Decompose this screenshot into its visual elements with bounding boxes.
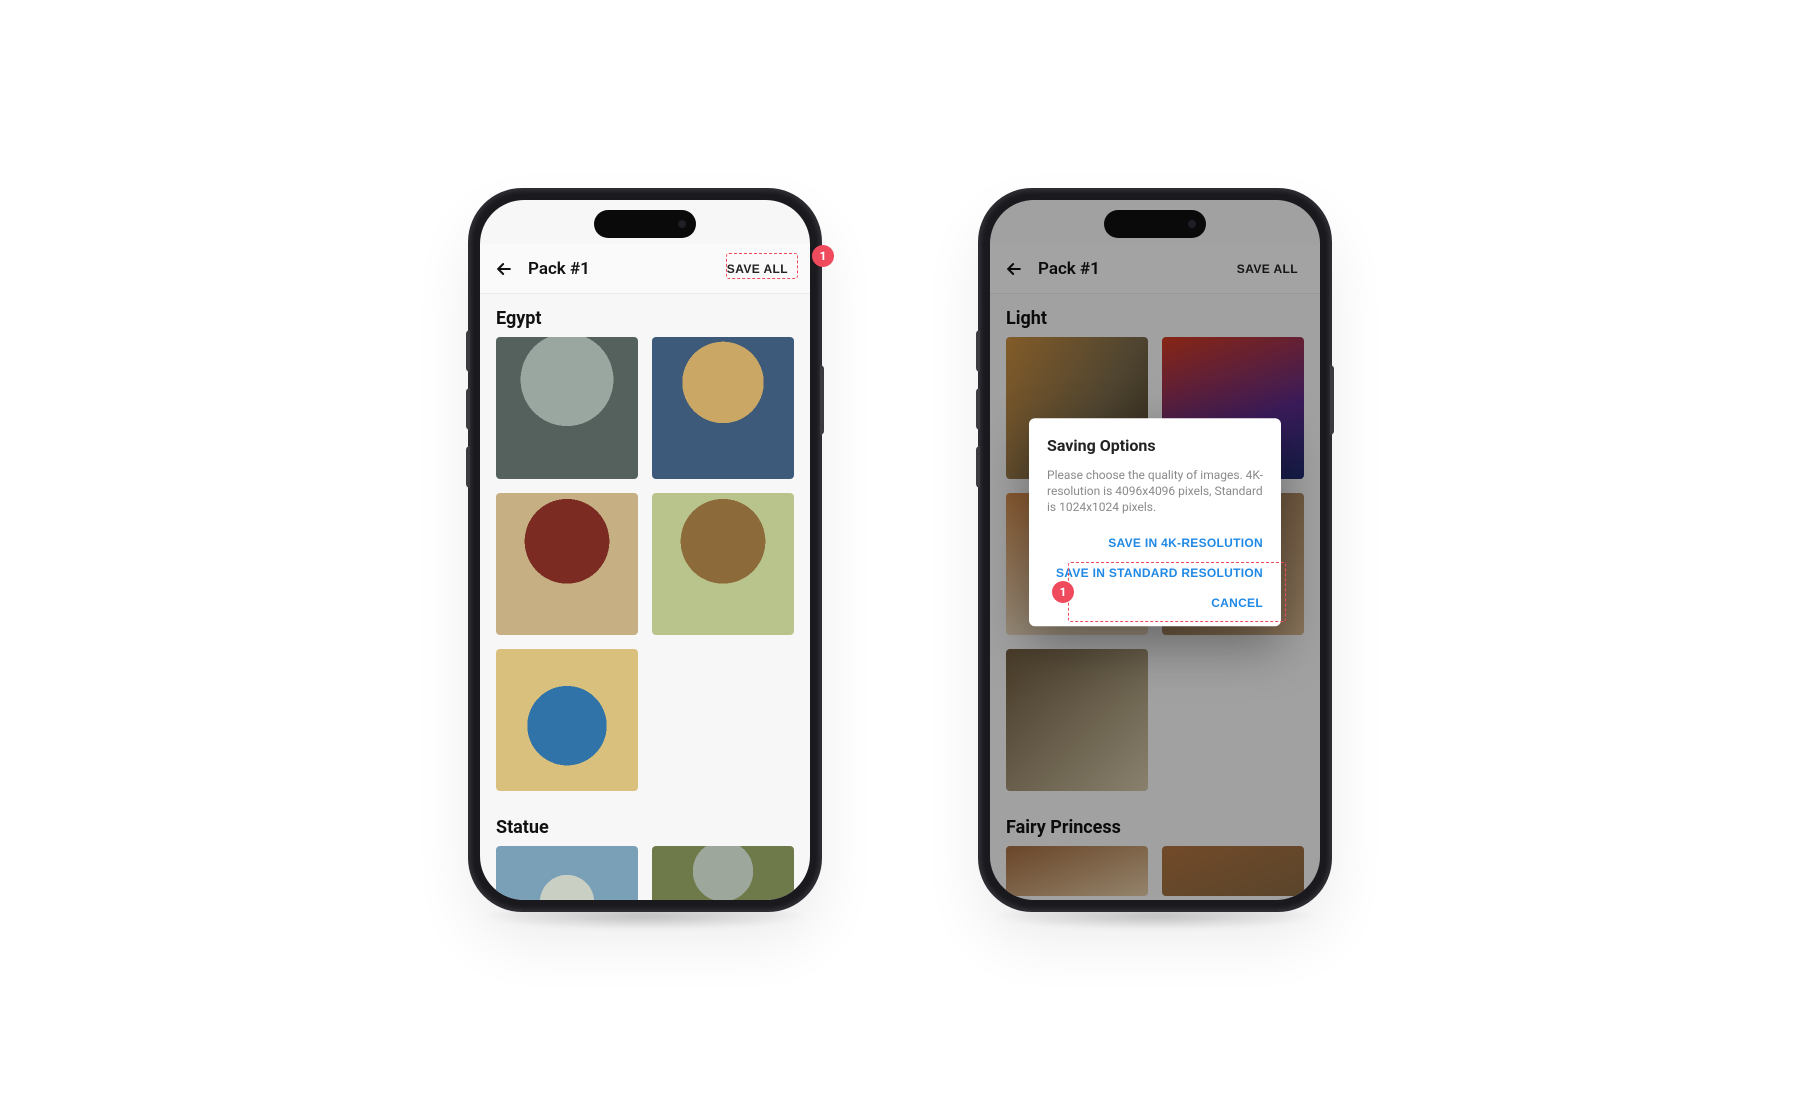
phone-shadow — [990, 902, 1320, 930]
avatar-tile[interactable] — [652, 493, 794, 635]
content-area: Egypt Statue — [480, 294, 810, 900]
avatar-tile[interactable] — [496, 493, 638, 635]
avatar-tile[interactable] — [496, 846, 638, 900]
back-arrow-icon[interactable] — [494, 259, 514, 279]
dynamic-island — [1104, 210, 1206, 238]
save-all-button[interactable]: SAVE ALL — [719, 257, 796, 281]
cancel-button[interactable]: CANCEL — [1211, 588, 1263, 618]
save-standard-button[interactable]: SAVE IN STANDARD RESOLUTION — [1056, 558, 1263, 588]
screen-right: Pack #1 SAVE ALL Light Fairy Princess — [990, 200, 1320, 900]
save-4k-button[interactable]: SAVE IN 4K-RESOLUTION — [1108, 528, 1263, 558]
avatar-tile[interactable] — [496, 649, 638, 791]
phone-shadow — [480, 902, 810, 930]
callout-bubble: 1 — [812, 245, 834, 267]
phone-left: Pack #1 SAVE ALL Egypt Statue — [470, 190, 820, 910]
image-grid-egypt — [480, 337, 810, 803]
avatar-tile[interactable] — [496, 337, 638, 479]
section-title-statue: Statue — [480, 803, 810, 846]
dialog-title: Saving Options — [1047, 436, 1263, 455]
avatar-tile[interactable] — [652, 846, 794, 900]
dialog-actions: SAVE IN 4K-RESOLUTION SAVE IN STANDARD R… — [1047, 528, 1263, 618]
avatar-tile[interactable] — [652, 337, 794, 479]
callout-bubble: 1 — [1052, 581, 1074, 603]
dialog-body: Please choose the quality of images. 4K-… — [1047, 467, 1263, 516]
section-title-egypt: Egypt — [480, 294, 810, 337]
page-title: Pack #1 — [524, 259, 709, 279]
image-grid-statue — [480, 846, 810, 900]
screen-left: Pack #1 SAVE ALL Egypt Statue — [480, 200, 810, 900]
dynamic-island — [594, 210, 696, 238]
app-bar: Pack #1 SAVE ALL — [480, 244, 810, 294]
phone-right: Pack #1 SAVE ALL Light Fairy Princess — [980, 190, 1330, 910]
